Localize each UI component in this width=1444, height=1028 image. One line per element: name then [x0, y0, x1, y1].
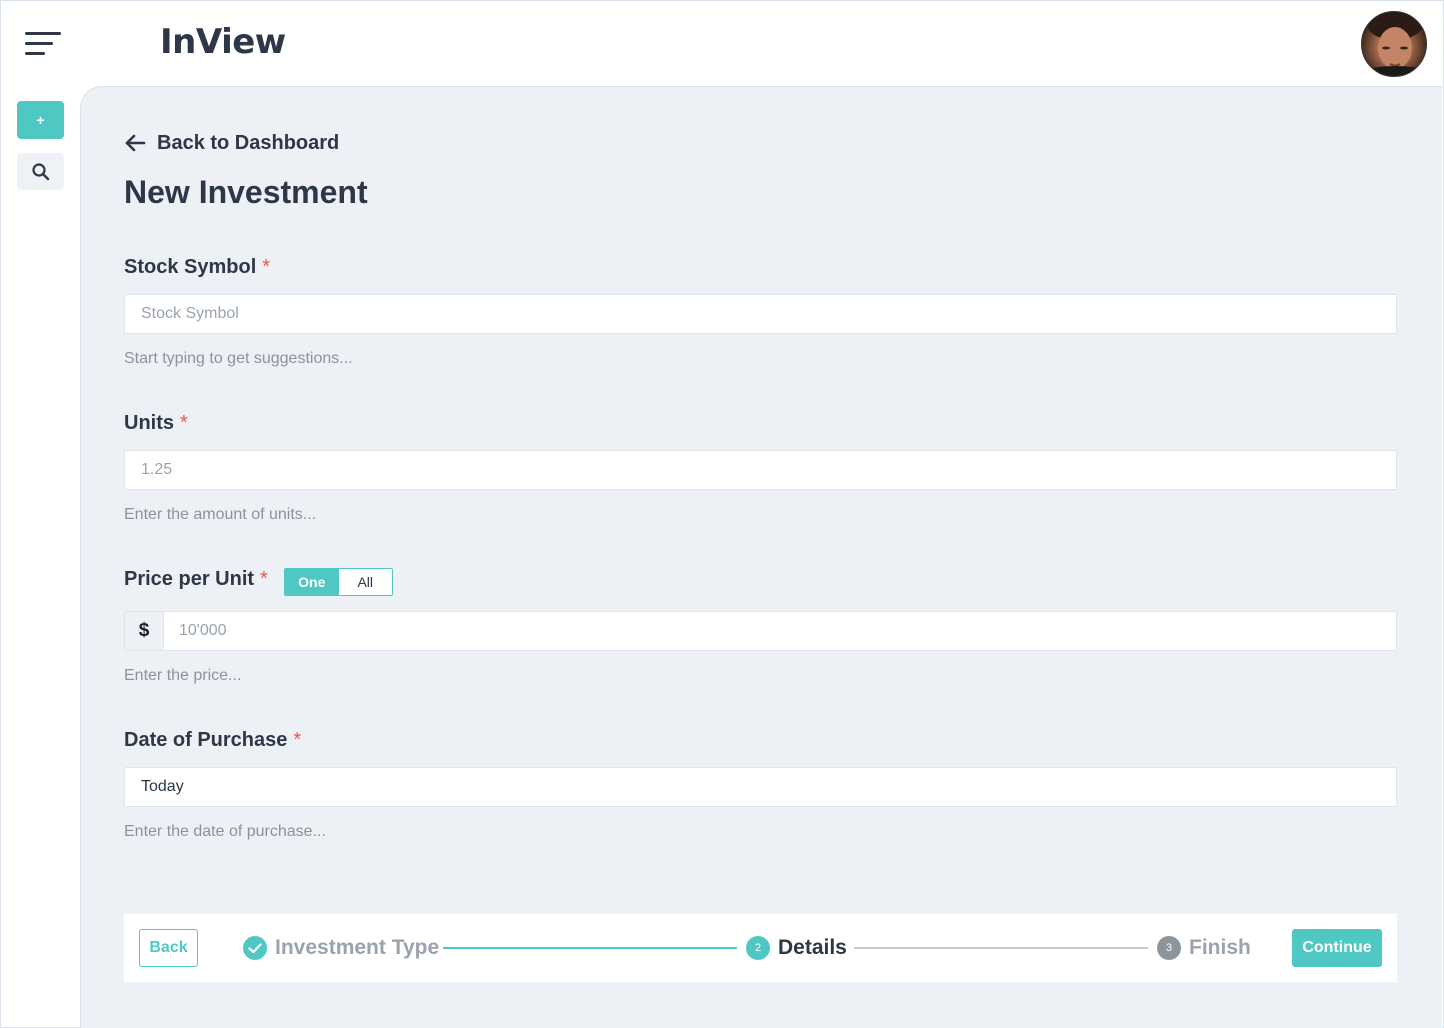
stock-symbol-input[interactable]: Stock Symbol [124, 294, 1397, 334]
units-input[interactable]: 1.25 [124, 450, 1397, 490]
price-input-group: $ 10'000 [124, 611, 1397, 651]
search-icon [32, 163, 50, 181]
step-3-label: Finish [1189, 936, 1251, 959]
required-marker: * [260, 568, 268, 590]
back-button[interactable]: Back [139, 929, 198, 967]
step-2-number: 2 [746, 936, 770, 960]
date-input[interactable]: Today [124, 767, 1397, 807]
avatar[interactable] [1361, 11, 1427, 77]
arrow-left-icon [125, 134, 146, 152]
back-to-dashboard-link[interactable]: Back to Dashboard [124, 130, 339, 156]
stock-symbol-label: Stock Symbol * [124, 256, 270, 279]
step-2-label: Details [778, 936, 847, 959]
units-help: Enter the amount of units... [124, 506, 317, 523]
step-3-number: 3 [1157, 936, 1181, 960]
check-icon [248, 943, 262, 954]
price-label: Price per Unit * [124, 568, 268, 591]
main-content [80, 86, 1442, 1028]
step-1-check-icon [243, 936, 267, 960]
toggle-one[interactable]: One [285, 569, 339, 595]
app-logo: InView [160, 22, 286, 62]
price-help: Enter the price... [124, 667, 242, 684]
back-link-label: Back to Dashboard [157, 131, 340, 154]
stock-symbol-help: Start typing to get suggestions... [124, 350, 353, 367]
avatar-image [1362, 12, 1426, 76]
date-help: Enter the date of purchase... [124, 823, 326, 840]
menu-icon[interactable] [25, 30, 63, 58]
units-label: Units * [124, 412, 188, 435]
step-1-label: Investment Type [275, 936, 440, 959]
toggle-all[interactable]: All [338, 569, 392, 595]
page-title: New Investment [124, 174, 368, 210]
date-label-text: Date of Purchase [124, 729, 288, 751]
price-input[interactable]: 10'000 [164, 612, 1396, 650]
add-investment-button[interactable]: + [17, 101, 64, 139]
stock-symbol-label-text: Stock Symbol [124, 256, 257, 278]
units-label-text: Units [124, 412, 174, 434]
currency-prefix: $ [125, 612, 164, 650]
required-marker: * [293, 729, 302, 751]
price-mode-toggle: One All [284, 568, 393, 596]
step-connector-1 [443, 947, 737, 949]
continue-button[interactable]: Continue [1292, 929, 1382, 967]
price-label-text: Price per Unit [124, 568, 255, 590]
required-marker: * [262, 256, 271, 278]
step-connector-2 [854, 947, 1148, 949]
sidebar [0, 86, 80, 1028]
required-marker: * [180, 412, 188, 434]
search-button[interactable] [17, 153, 64, 190]
date-label: Date of Purchase * [124, 729, 301, 752]
